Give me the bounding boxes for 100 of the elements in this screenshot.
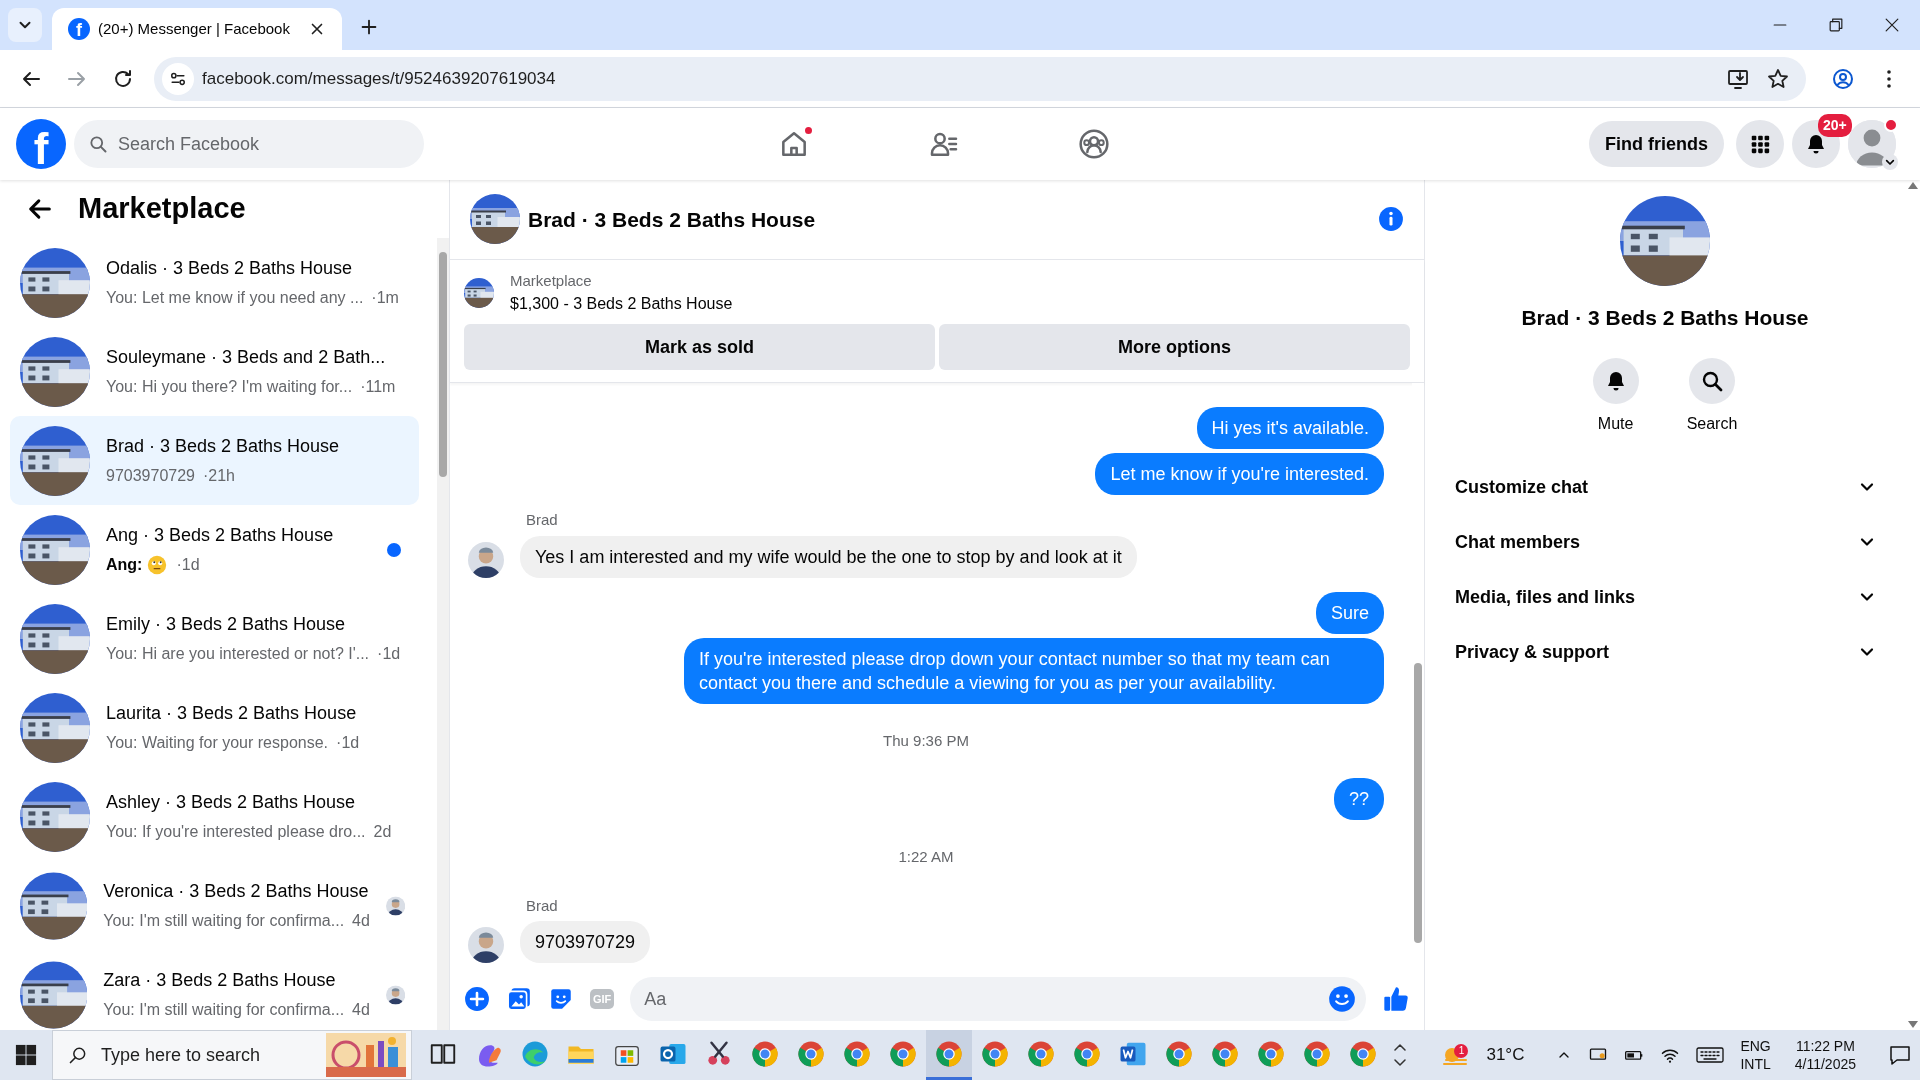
message-preview: You: Hi you there? I'm waiting for... [106,377,353,397]
action-button[interactable]: More options [939,324,1410,371]
message-preview: You: Waiting for your response. [106,733,329,753]
tab-list-button[interactable] [8,8,42,42]
conversation-title: Veronica · 3 Beds 2 Baths House [103,880,370,903]
section-title: Chat members [1455,530,1581,554]
listing-source: Marketplace [510,270,593,291]
message-preview: You: I'm still waiting for confirma... [103,911,345,931]
message-time: ·21h [203,466,235,486]
conversation-item[interactable]: Zara · 3 Beds 2 Baths House You: I'm still waiting for confirma... 4d [10,950,420,1030]
message-preview: You: I'm still waiting for confirma... [103,1000,345,1020]
star-icon[interactable] [1766,66,1790,91]
conversation-title: Zara · 3 Beds 2 Baths House [103,969,337,992]
browser-tab[interactable]: f (20+) Messenger | Facebook [52,8,342,50]
keyboard-icon[interactable] [1696,1045,1725,1065]
sender-name: Brad [526,895,559,916]
chevron-down-icon[interactable] [1882,154,1898,170]
thumbs-up-icon[interactable] [1382,985,1410,1014]
conversation-item[interactable]: Brad · 3 Beds 2 Baths House 9703970729 ·21h [10,416,420,505]
conversation-title: Ashley · 3 Beds 2 Baths House [106,791,357,814]
menu-button[interactable] [1736,120,1784,168]
action-label: Mute [1597,413,1634,434]
chat-title: Brad · 3 Beds 2 Baths House [528,206,817,233]
conversation-item[interactable]: Ashley · 3 Beds 2 Baths House You: If you're interested please dro... 2d [10,772,420,861]
section-title: Privacy & support [1455,640,1610,664]
profile-name: Brad · 3 Beds 2 Baths House [1521,305,1809,331]
section-header[interactable]: Chat members [1425,514,1905,570]
weather-temperature: 31°C [1486,1046,1525,1064]
panel-title: Marketplace [78,191,246,227]
message-bubble: Yes I am interested and my wife would be the one to stop by and look at it [520,535,1137,578]
conversation-title: Ang · 3 Beds 2 Baths House [106,524,335,547]
conversation-item[interactable]: Ang · 3 Beds 2 Baths House Ang: ·1d [10,505,420,594]
message-bubble: Sure [1315,591,1384,634]
message-bubble: Hi yes it's available. [1196,407,1384,450]
tab-title: (20+) Messenger | Facebook [98,18,291,39]
scroll-down-icon[interactable] [1394,1059,1406,1067]
listing-title: $1,300 - 3 Beds 2 Baths House [510,294,733,315]
message-preview: You: Let me know if you need any ... [106,288,364,308]
conversation-title: Laurita · 3 Beds 2 Baths House [106,702,358,725]
message-preview: Ang: [106,555,143,575]
section-header[interactable]: Media, files and links [1425,569,1905,625]
input-language[interactable]: ENG [1740,1037,1771,1055]
conversation-title: Emily · 3 Beds 2 Baths House [106,613,347,636]
keyboard-layout[interactable]: INTL [1740,1055,1771,1073]
emoji-icon[interactable] [1328,985,1356,1014]
search-field[interactable]: Search Facebook [74,120,424,168]
message-time: ·1d [336,733,360,753]
user-avatar [468,927,504,964]
message-bubble: If you're interested please drop down your contact number so that my team can contact you there and schedule a viewing for you as per your availability. [684,637,1384,704]
scroll-up-icon[interactable] [1394,1043,1406,1051]
grid-icon [1749,133,1771,155]
search-icon [88,134,108,154]
message-bubble: Let me know if you're interested. [1095,453,1384,496]
conversation-item[interactable]: Veronica · 3 Beds 2 Baths House You: I'm still waiting for confirma... 4d [10,861,420,950]
message-time: ·1d [377,644,401,664]
message-preview: You: If you're interested please dro... [106,822,366,842]
conversation-item[interactable]: Laurita · 3 Beds 2 Baths House You: Waiting for your response. ·1d [10,683,420,772]
favicon: f [68,18,90,40]
action-button[interactable]: Mark as sold [464,324,935,371]
status-dot [1884,118,1898,132]
conversation-title: Souleymane · 3 Beds and 2 Bath... [106,346,387,369]
plus-icon[interactable] [464,986,490,1013]
message-preview: You: Hi are you interested or not? I'... [106,644,370,664]
message-bubble: 9703970729 [520,921,651,964]
message-bubble: ?? [1333,778,1384,821]
message-time: ·1m [371,288,399,308]
profile-icon[interactable] [1831,66,1855,91]
section-header[interactable]: Privacy & support [1425,624,1905,680]
message-time: ·11m [360,377,396,397]
conversation-item[interactable]: Emily · 3 Beds 2 Baths House You: Hi are you interested or not? I'... ·1d [10,594,420,683]
windows-icon [15,1044,37,1066]
action-button[interactable] [1689,357,1735,404]
action-label: Search [1686,413,1738,434]
message-preview: 9703970729 [106,466,195,486]
message-field[interactable]: Aa [630,977,1366,1022]
facebook-logo[interactable]: f [16,119,66,169]
scrollbar[interactable] [437,238,449,1030]
section-header[interactable]: Customize chat [1425,459,1905,515]
conversation-item[interactable]: Souleymane · 3 Beds and 2 Bath... You: Hi you there? I'm waiting for... ·11m [10,327,420,416]
message-time: 2d [373,822,392,842]
sender-name: Brad [526,510,559,531]
clock-time[interactable]: 11:22 PM [1795,1037,1855,1055]
clock-date[interactable]: 4/11/2025 [1794,1055,1856,1073]
search-icon [68,1045,88,1065]
emoji-icon [146,554,169,576]
conversation-title: Odalis · 3 Beds 2 Baths House [106,257,354,280]
message-time: 4d [352,1000,370,1020]
conversation-item[interactable]: Odalis · 3 Beds 2 Baths House You: Let me know if you need any ... ·1m [10,238,420,327]
notification-count: 20+ [1818,114,1852,137]
section-title: Media, files and links [1455,585,1636,609]
message-time: 4d [352,911,370,931]
user-avatar [468,541,504,578]
groups-icon[interactable] [1078,128,1110,160]
find-friends-button[interactable]: Find friends [1589,121,1724,167]
timestamp: Thu 9:36 PM [882,730,970,751]
notification-icon[interactable] [1888,1043,1912,1067]
info-icon[interactable] [1378,206,1404,233]
weather-badge: 1 [1454,1044,1469,1058]
timestamp: 1:22 AM [897,847,955,868]
section-title: Customize chat [1455,475,1589,499]
